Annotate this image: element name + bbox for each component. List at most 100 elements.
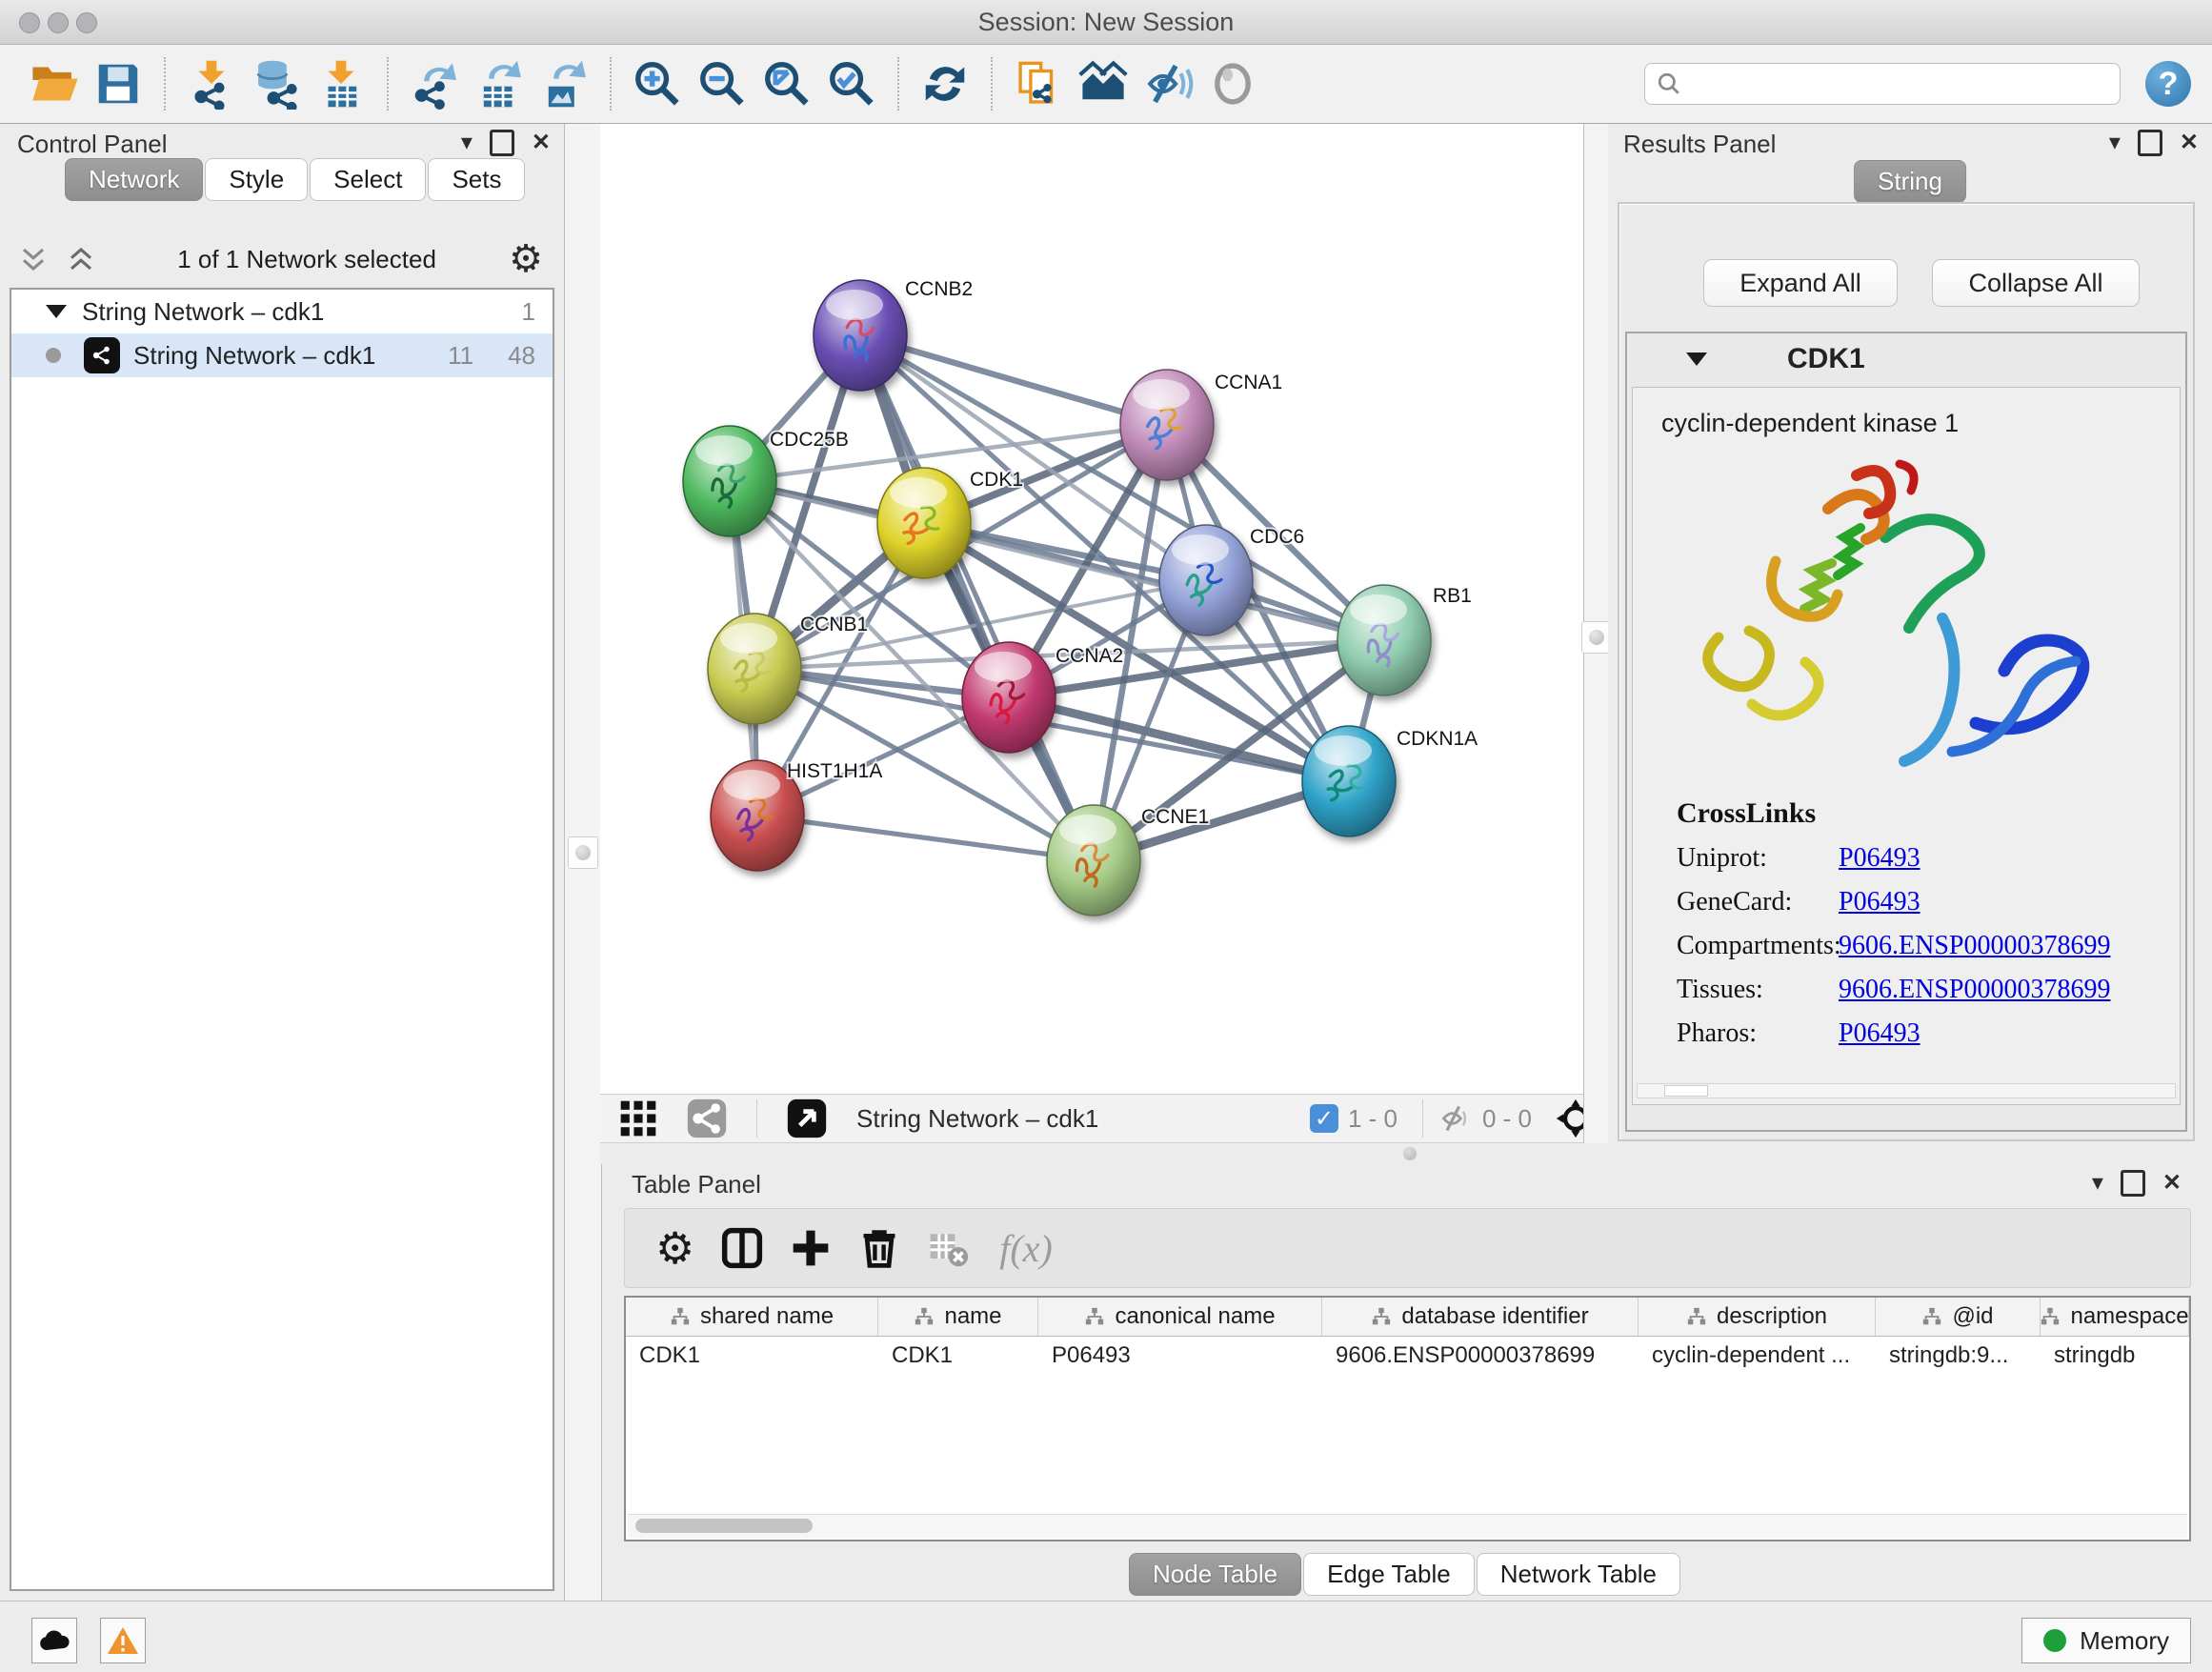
selected-indicator-checkbox[interactable]: ✓: [1310, 1104, 1338, 1133]
tab-network[interactable]: Network: [65, 158, 203, 201]
node-CDC25B[interactable]: [683, 426, 776, 536]
import-network-database-icon[interactable]: [249, 56, 304, 111]
expand-all-icon[interactable]: [67, 245, 95, 273]
zoom-out-icon[interactable]: [694, 56, 750, 111]
new-network-from-selection-icon[interactable]: [1011, 56, 1066, 111]
left-splitter[interactable]: [564, 124, 602, 1601]
network-row[interactable]: String Network – cdk1 11 48: [11, 333, 553, 377]
help-button[interactable]: ?: [2145, 61, 2191, 107]
tab-string[interactable]: String: [1854, 160, 1966, 203]
node-CCNB1[interactable]: [708, 614, 801, 724]
warnings-button[interactable]: [100, 1618, 146, 1663]
crosslink-link[interactable]: 9606.ENSP00000378699: [1839, 931, 2110, 961]
search-field[interactable]: [1644, 63, 2121, 105]
tab-node-table[interactable]: Node Table: [1129, 1553, 1301, 1596]
cloud-status-button[interactable]: [31, 1618, 77, 1663]
tab-network-table[interactable]: Network Table: [1477, 1553, 1680, 1596]
node-CCNB2[interactable]: [814, 280, 907, 391]
tab-select[interactable]: Select: [310, 158, 426, 201]
close-window-button[interactable]: [19, 12, 40, 33]
export-image-icon[interactable]: [536, 56, 592, 111]
column-header-canonical-name[interactable]: canonical name: [1038, 1298, 1322, 1336]
show-columns-icon[interactable]: [721, 1227, 763, 1269]
first-neighbors-icon[interactable]: [1076, 56, 1131, 111]
crosslink-label: Pharos:: [1677, 1018, 1839, 1049]
float-panel-icon[interactable]: [2138, 130, 2162, 156]
open-session-icon[interactable]: [26, 56, 81, 111]
float-panel-icon[interactable]: [2121, 1170, 2145, 1197]
horizontal-splitter[interactable]: [600, 1143, 2212, 1164]
edge-CCNE1-HIST1H1A[interactable]: [757, 816, 1094, 860]
table-settings-gear-icon[interactable]: ⚙: [655, 1222, 694, 1274]
column-header-namespace[interactable]: namespace: [2041, 1298, 2189, 1336]
tab-sets[interactable]: Sets: [428, 158, 525, 201]
zoom-in-icon[interactable]: [630, 56, 685, 111]
node-CDK1[interactable]: [877, 468, 971, 578]
zoom-window-button[interactable]: [76, 12, 97, 33]
hide-selected-icon[interactable]: [1140, 56, 1196, 111]
edge-CCNB2-CCNE1[interactable]: [860, 335, 1094, 860]
network-options-gear-icon[interactable]: ⚙: [509, 240, 543, 278]
export-table-icon[interactable]: [472, 56, 527, 111]
node-CDKN1A[interactable]: [1302, 726, 1396, 836]
refresh-icon[interactable]: [917, 56, 973, 111]
gene-collapse-icon[interactable]: [1686, 353, 1707, 366]
function-builder-icon[interactable]: f(x): [999, 1226, 1053, 1271]
panel-menu-icon[interactable]: ▾: [2109, 131, 2121, 154]
grid-view-icon[interactable]: [617, 1098, 659, 1139]
detach-view-icon[interactable]: [786, 1098, 828, 1139]
close-panel-icon[interactable]: ✕: [2180, 131, 2199, 154]
memory-button[interactable]: Memory: [2021, 1618, 2191, 1663]
table-cell: stringdb:9...: [1876, 1342, 2041, 1369]
right-splitter[interactable]: [1583, 124, 1610, 1143]
string-view-icon[interactable]: [686, 1098, 728, 1139]
float-panel-icon[interactable]: [490, 130, 514, 156]
node-RB1[interactable]: [1337, 585, 1431, 695]
tab-style[interactable]: Style: [205, 158, 308, 201]
crosslink-link[interactable]: P06493: [1839, 843, 1920, 874]
tab-edge-table[interactable]: Edge Table: [1303, 1553, 1475, 1596]
delete-column-icon[interactable]: [858, 1227, 900, 1269]
table-toolbar: ⚙ f(x): [624, 1208, 2191, 1288]
table-horizontal-scrollbar[interactable]: [628, 1514, 2187, 1538]
column-header-database-identifier[interactable]: database identifier: [1322, 1298, 1639, 1336]
column-header-id[interactable]: @id: [1876, 1298, 2041, 1336]
crosslink-row: Uniprot:P06493: [1677, 843, 2110, 874]
table-row[interactable]: CDK1CDK1P064939606.ENSP00000378699cyclin…: [626, 1337, 2189, 1375]
gene-header-row[interactable]: CDK1: [1627, 333, 2185, 385]
create-column-icon[interactable]: [790, 1227, 832, 1269]
collapse-all-button[interactable]: Collapse All: [1932, 259, 2140, 307]
import-network-file-icon[interactable]: [184, 56, 239, 111]
search-input[interactable]: [1681, 70, 2108, 98]
node-CDC6[interactable]: [1159, 525, 1253, 635]
expand-all-button[interactable]: Expand All: [1703, 259, 1898, 307]
collection-expand-icon[interactable]: [46, 305, 67, 318]
crosslink-link[interactable]: P06493: [1839, 887, 1920, 917]
zoom-fit-icon[interactable]: [759, 56, 814, 111]
left-splitter-handle[interactable]: [568, 836, 598, 869]
panel-menu-icon[interactable]: ▾: [461, 131, 473, 154]
crosslink-link[interactable]: 9606.ENSP00000378699: [1839, 975, 2110, 1005]
import-table-file-icon[interactable]: [313, 56, 369, 111]
zoom-selected-icon[interactable]: [824, 56, 879, 111]
column-header-shared-name[interactable]: shared name: [626, 1298, 878, 1336]
collapse-all-icon[interactable]: [19, 245, 48, 273]
node-CCNE1[interactable]: [1047, 805, 1140, 916]
save-session-icon[interactable]: [90, 56, 146, 111]
network-collection-row[interactable]: String Network – cdk1 1: [11, 290, 553, 333]
minimize-window-button[interactable]: [48, 12, 69, 33]
node-CCNA2[interactable]: [962, 642, 1056, 753]
export-network-icon[interactable]: [407, 56, 462, 111]
panel-menu-icon[interactable]: ▾: [2092, 1172, 2103, 1195]
column-header-description[interactable]: description: [1639, 1298, 1876, 1336]
close-panel-icon[interactable]: ✕: [2162, 1172, 2182, 1195]
results-horizontal-scrollbar[interactable]: [1637, 1083, 2176, 1098]
crosslink-link[interactable]: P06493: [1839, 1018, 1920, 1049]
network-canvas[interactable]: CCNB2CCNA1CDC25BCDK1CDC6RB1CCNB1CCNA2CDK…: [600, 124, 1583, 1094]
show-all-icon[interactable]: [1205, 56, 1260, 111]
delete-table-icon[interactable]: [927, 1227, 969, 1269]
node-CCNA1[interactable]: [1120, 370, 1214, 480]
table-header-row[interactable]: shared namenamecanonical namedatabase id…: [626, 1298, 2189, 1337]
column-header-name[interactable]: name: [878, 1298, 1038, 1336]
close-panel-icon[interactable]: ✕: [532, 131, 551, 154]
